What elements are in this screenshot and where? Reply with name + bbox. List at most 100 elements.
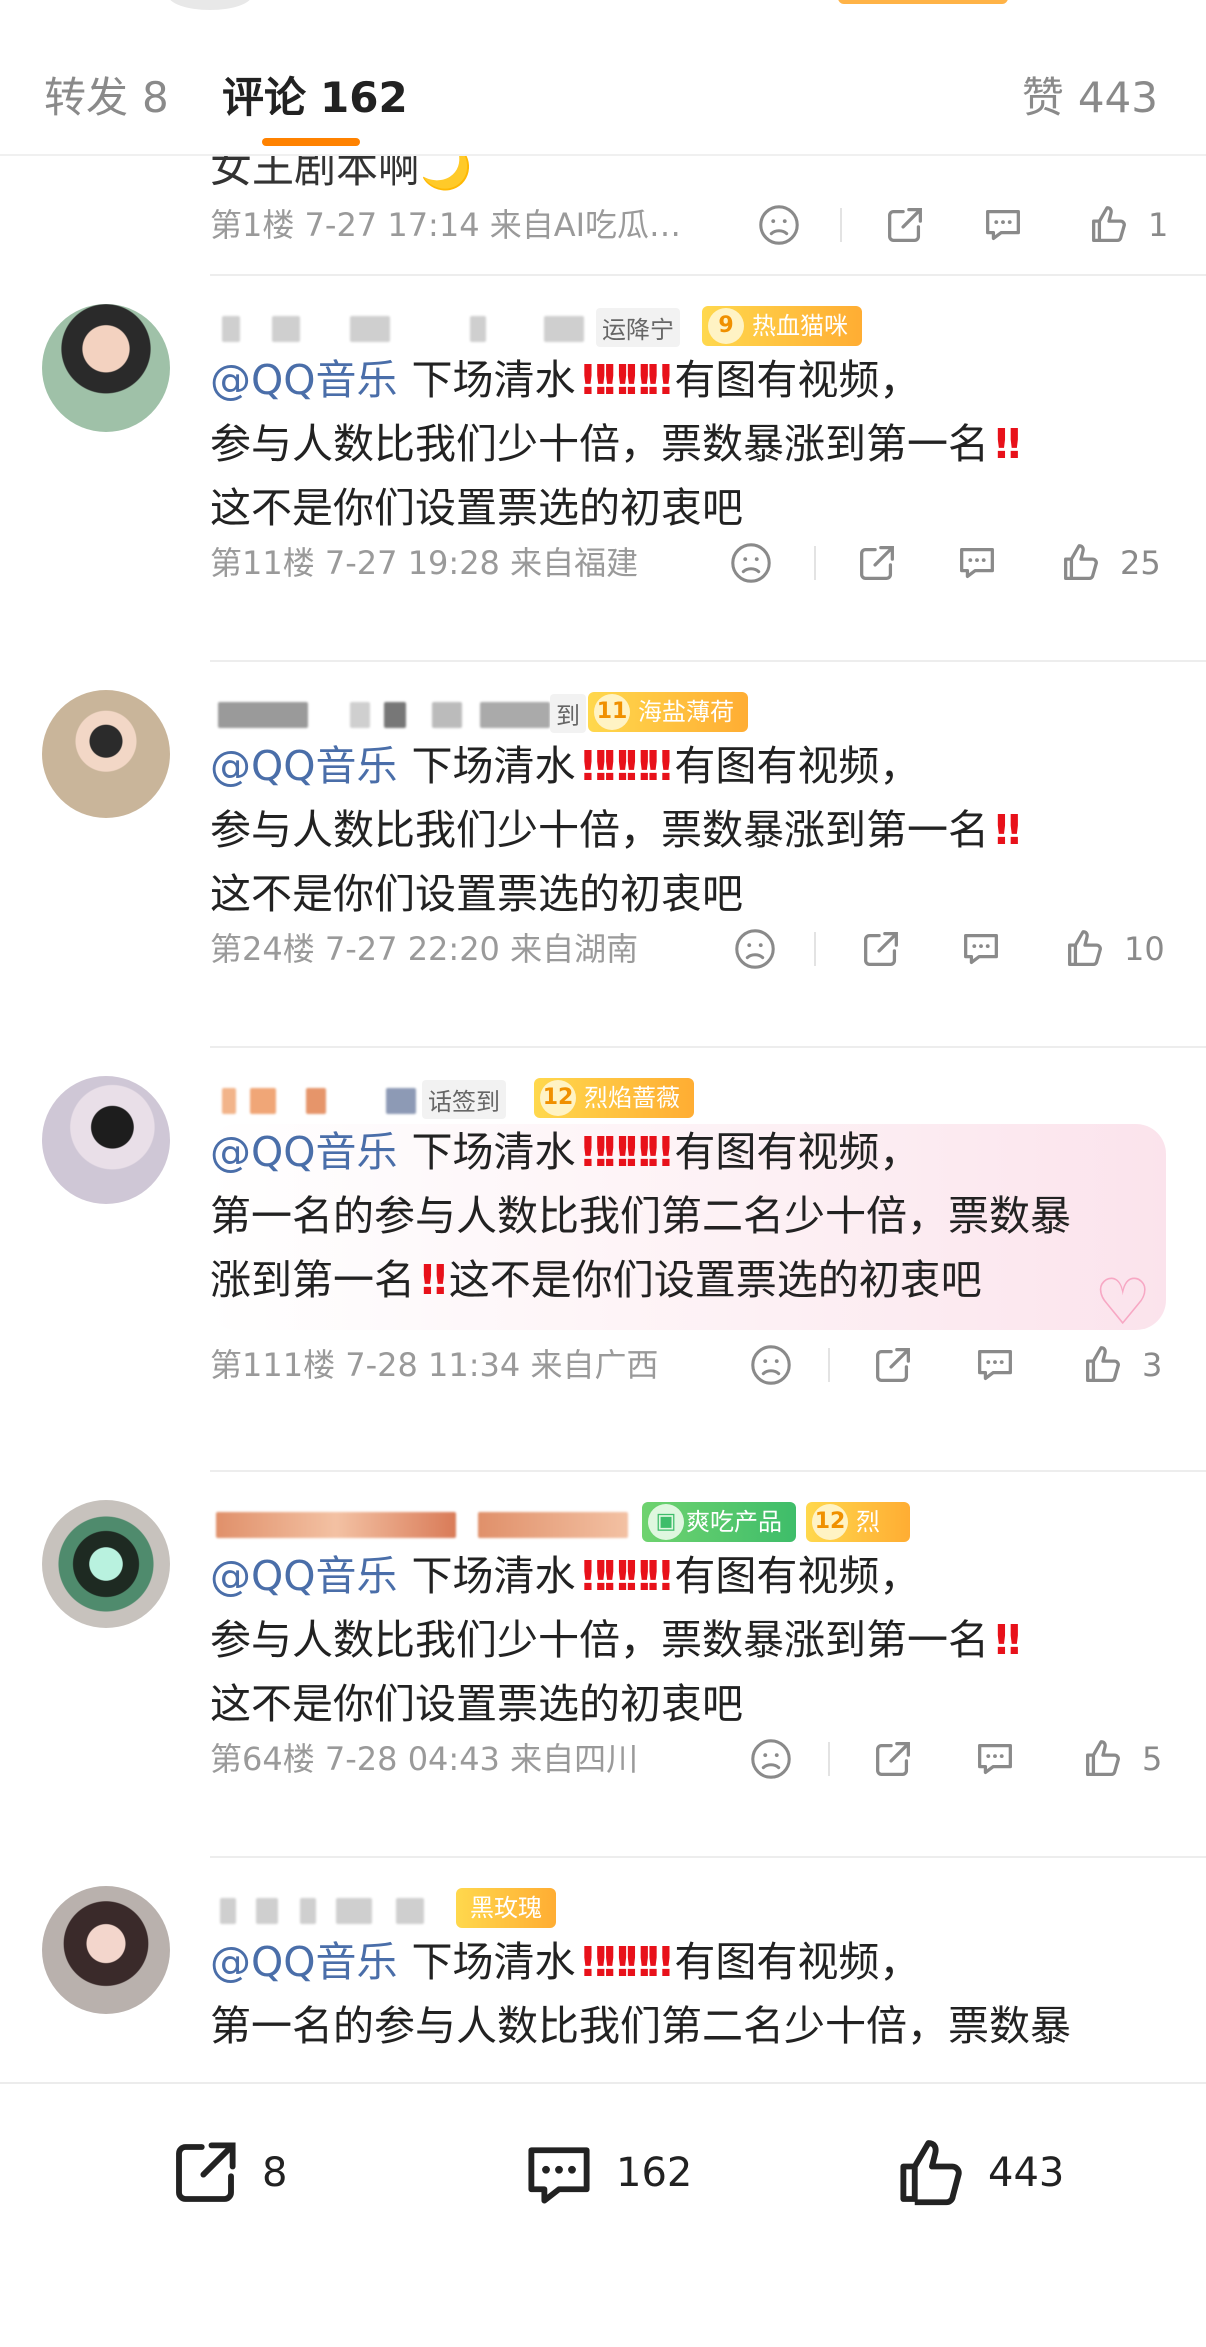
like-count: 1 bbox=[1148, 206, 1169, 244]
fan-level: 9 bbox=[708, 308, 744, 344]
double-exclamation-icon: ‼ bbox=[995, 1616, 1021, 1664]
thumbs-up-icon[interactable] bbox=[1080, 1736, 1126, 1782]
tab-comment[interactable]: 评论 162 bbox=[222, 64, 408, 125]
fan-badge[interactable]: 9 热血猫咪 bbox=[702, 306, 862, 346]
comment-text-segment: 这不是你们设置票选的初衷吧 bbox=[210, 484, 743, 532]
comment-meta-text: 第64楼 7-28 04:43 来自四川 bbox=[210, 1740, 639, 1778]
sad-face-icon[interactable] bbox=[748, 1342, 794, 1388]
thumbs-up-icon[interactable] bbox=[1062, 926, 1108, 972]
blurred-name-fragment bbox=[222, 316, 240, 342]
fan-badge-label: 热血猫咪 bbox=[752, 312, 848, 340]
sad-face-icon[interactable] bbox=[756, 202, 802, 248]
double-exclamation-icon: ‼‼‼‼ bbox=[581, 1128, 673, 1176]
share-icon[interactable] bbox=[870, 1736, 916, 1782]
comment-text-segment: 下场清水 bbox=[411, 1938, 576, 1986]
blurred-name-fragment bbox=[220, 1898, 236, 1924]
username-blurred[interactable]: 话签到 12 烈焰蔷薇 bbox=[210, 1078, 910, 1122]
tab-repost[interactable]: 转发 8 bbox=[44, 64, 169, 125]
avatar[interactable] bbox=[42, 1500, 170, 1628]
badge-prefix-text: 运降宁 bbox=[596, 308, 680, 347]
thumbs-up-icon[interactable] bbox=[1058, 540, 1104, 586]
double-exclamation-icon: ‼‼‼‼ bbox=[581, 742, 673, 790]
meta-separator bbox=[828, 1742, 830, 1776]
comment-text-segment: 参与人数比我们少十倍，票数暴涨到第一名 bbox=[210, 806, 989, 854]
mention-link[interactable]: @QQ音乐 bbox=[210, 1128, 398, 1176]
double-exclamation-icon: ‼‼‼‼ bbox=[581, 1938, 673, 1986]
comment-meta-text: 第24楼 7-27 22:20 来自湖南 bbox=[210, 930, 639, 968]
tab-comment-count: 162 bbox=[320, 73, 408, 122]
blurred-name-fragment bbox=[218, 702, 308, 728]
comment-text-segment: 有图有视频， bbox=[674, 356, 921, 404]
blurred-name-fragment bbox=[300, 1898, 316, 1924]
comment-text: @QQ音乐 下场清水 ‼‼‼‼ 有图有视频， 参与人数比我们少十倍，票数暴涨到第一名 ‼… bbox=[210, 734, 1150, 926]
comment-text-segment: 下场清水 bbox=[411, 1552, 576, 1600]
blurred-name-fragment bbox=[396, 1898, 424, 1924]
share-icon[interactable] bbox=[870, 1342, 916, 1388]
avatar[interactable] bbox=[42, 1076, 170, 1204]
comment-meta-text: 第11楼 7-27 19:28 来自福建 bbox=[210, 544, 639, 582]
comment-meta: 第64楼 7-28 04:43 来自四川 5 bbox=[210, 1734, 1170, 1784]
username-blurred[interactable]: 运降宁 9 热血猫咪 bbox=[210, 306, 910, 350]
comment-button[interactable]: 162 bbox=[520, 2128, 692, 2218]
meta-separator bbox=[840, 208, 842, 242]
fan-badge[interactable]: 黑玫瑰 bbox=[456, 1888, 556, 1928]
badge-prefix-text: 到 bbox=[550, 694, 586, 733]
avatar[interactable] bbox=[42, 304, 170, 432]
fan-badge[interactable]: 11 海盐薄荷 bbox=[588, 692, 748, 732]
sad-face-icon[interactable] bbox=[748, 1736, 794, 1782]
comment-text-segment: 有图有视频， bbox=[674, 1128, 921, 1176]
share-icon[interactable] bbox=[858, 926, 904, 972]
divider bbox=[210, 1470, 1206, 1472]
comment-icon[interactable] bbox=[958, 926, 1004, 972]
double-exclamation-icon: ‼ bbox=[995, 806, 1021, 854]
comment-icon[interactable] bbox=[954, 540, 1000, 586]
tab-comment-label: 评论 bbox=[222, 73, 307, 122]
divider bbox=[210, 660, 1206, 662]
comment-meta: 第111楼 7-28 11:34 来自广西 3 bbox=[210, 1340, 1170, 1390]
blurred-name-fragment bbox=[384, 702, 406, 728]
avatar[interactable] bbox=[42, 1886, 170, 2014]
fan-level: 11 bbox=[594, 694, 630, 730]
comment-item: 女王剧本啊🌙 第1楼 7-27 17:14 来自AI吃瓜… 1 bbox=[0, 154, 1206, 274]
bottom-action-bar: 8 162 443 bbox=[0, 2082, 1206, 2347]
username-blurred[interactable]: ▣ 爽吃产品 12 烈焰蔷薇 bbox=[210, 1502, 910, 1656]
avatar[interactable] bbox=[42, 690, 170, 818]
share-icon bbox=[176, 2142, 236, 2202]
comment-icon[interactable] bbox=[980, 202, 1026, 248]
mention-link[interactable]: @QQ音乐 bbox=[210, 356, 398, 404]
like-button[interactable]: 443 bbox=[892, 2128, 1064, 2218]
repost-button[interactable]: 8 bbox=[166, 2128, 287, 2218]
fan-badge[interactable]: 12 烈焰蔷薇 bbox=[806, 1502, 910, 1656]
thumbs-up-icon[interactable] bbox=[1080, 1342, 1126, 1388]
repost-count: 8 bbox=[262, 2150, 288, 2196]
like-count: 5 bbox=[1142, 1740, 1163, 1778]
mention-link[interactable]: @QQ音乐 bbox=[210, 1552, 398, 1600]
sad-face-icon[interactable] bbox=[728, 540, 774, 586]
comment-list[interactable]: 女王剧本啊🌙 第1楼 7-27 17:14 来自AI吃瓜… 1 运降宁 9 热血猫… bbox=[0, 154, 1206, 2082]
badge-prefix-text: 话签到 bbox=[422, 1080, 506, 1119]
comment-item: 话签到 12 烈焰蔷薇 ♡ @QQ音乐 下场清水 ‼‼‼‼ 有图有视频， 第一名的参与人… bbox=[0, 1076, 1206, 1385]
fan-badge[interactable]: 12 烈焰蔷薇 bbox=[534, 1078, 694, 1118]
blurred-name-fragment bbox=[216, 1512, 456, 1538]
like-count: 443 bbox=[988, 2150, 1065, 2196]
sad-face-icon[interactable] bbox=[732, 926, 778, 972]
tab-like[interactable]: 赞 443 bbox=[1022, 64, 1158, 125]
tab-like-count: 443 bbox=[1077, 73, 1158, 122]
mention-link[interactable]: @QQ音乐 bbox=[210, 1938, 398, 1986]
comment-icon[interactable] bbox=[972, 1342, 1018, 1388]
blurred-name-fragment bbox=[350, 702, 370, 728]
comment-text: @QQ音乐 下场清水 ‼‼‼‼ 有图有视频， 第一名的参与人数比我们第二名少十倍，票数… bbox=[210, 1120, 1150, 1312]
share-icon[interactable] bbox=[882, 202, 928, 248]
thumbs-up-icon[interactable] bbox=[1086, 202, 1132, 248]
username-blurred[interactable]: 到 11 海盐薄荷 bbox=[210, 692, 910, 736]
share-icon[interactable] bbox=[854, 540, 900, 586]
fan-level: 12 bbox=[812, 1504, 848, 1540]
blurred-name-fragment bbox=[256, 1898, 278, 1924]
username-blurred[interactable]: 黑玫瑰 bbox=[210, 1888, 910, 1932]
mention-link[interactable]: @QQ音乐 bbox=[210, 742, 398, 790]
comment-icon[interactable] bbox=[972, 1736, 1018, 1782]
comment-count: 162 bbox=[616, 2150, 693, 2196]
brand-badge-label: 爽吃产品 bbox=[686, 1508, 782, 1536]
comment-text-segment: 有图有视频， bbox=[674, 1938, 921, 1986]
brand-badge[interactable]: ▣ 爽吃产品 bbox=[642, 1502, 796, 1542]
